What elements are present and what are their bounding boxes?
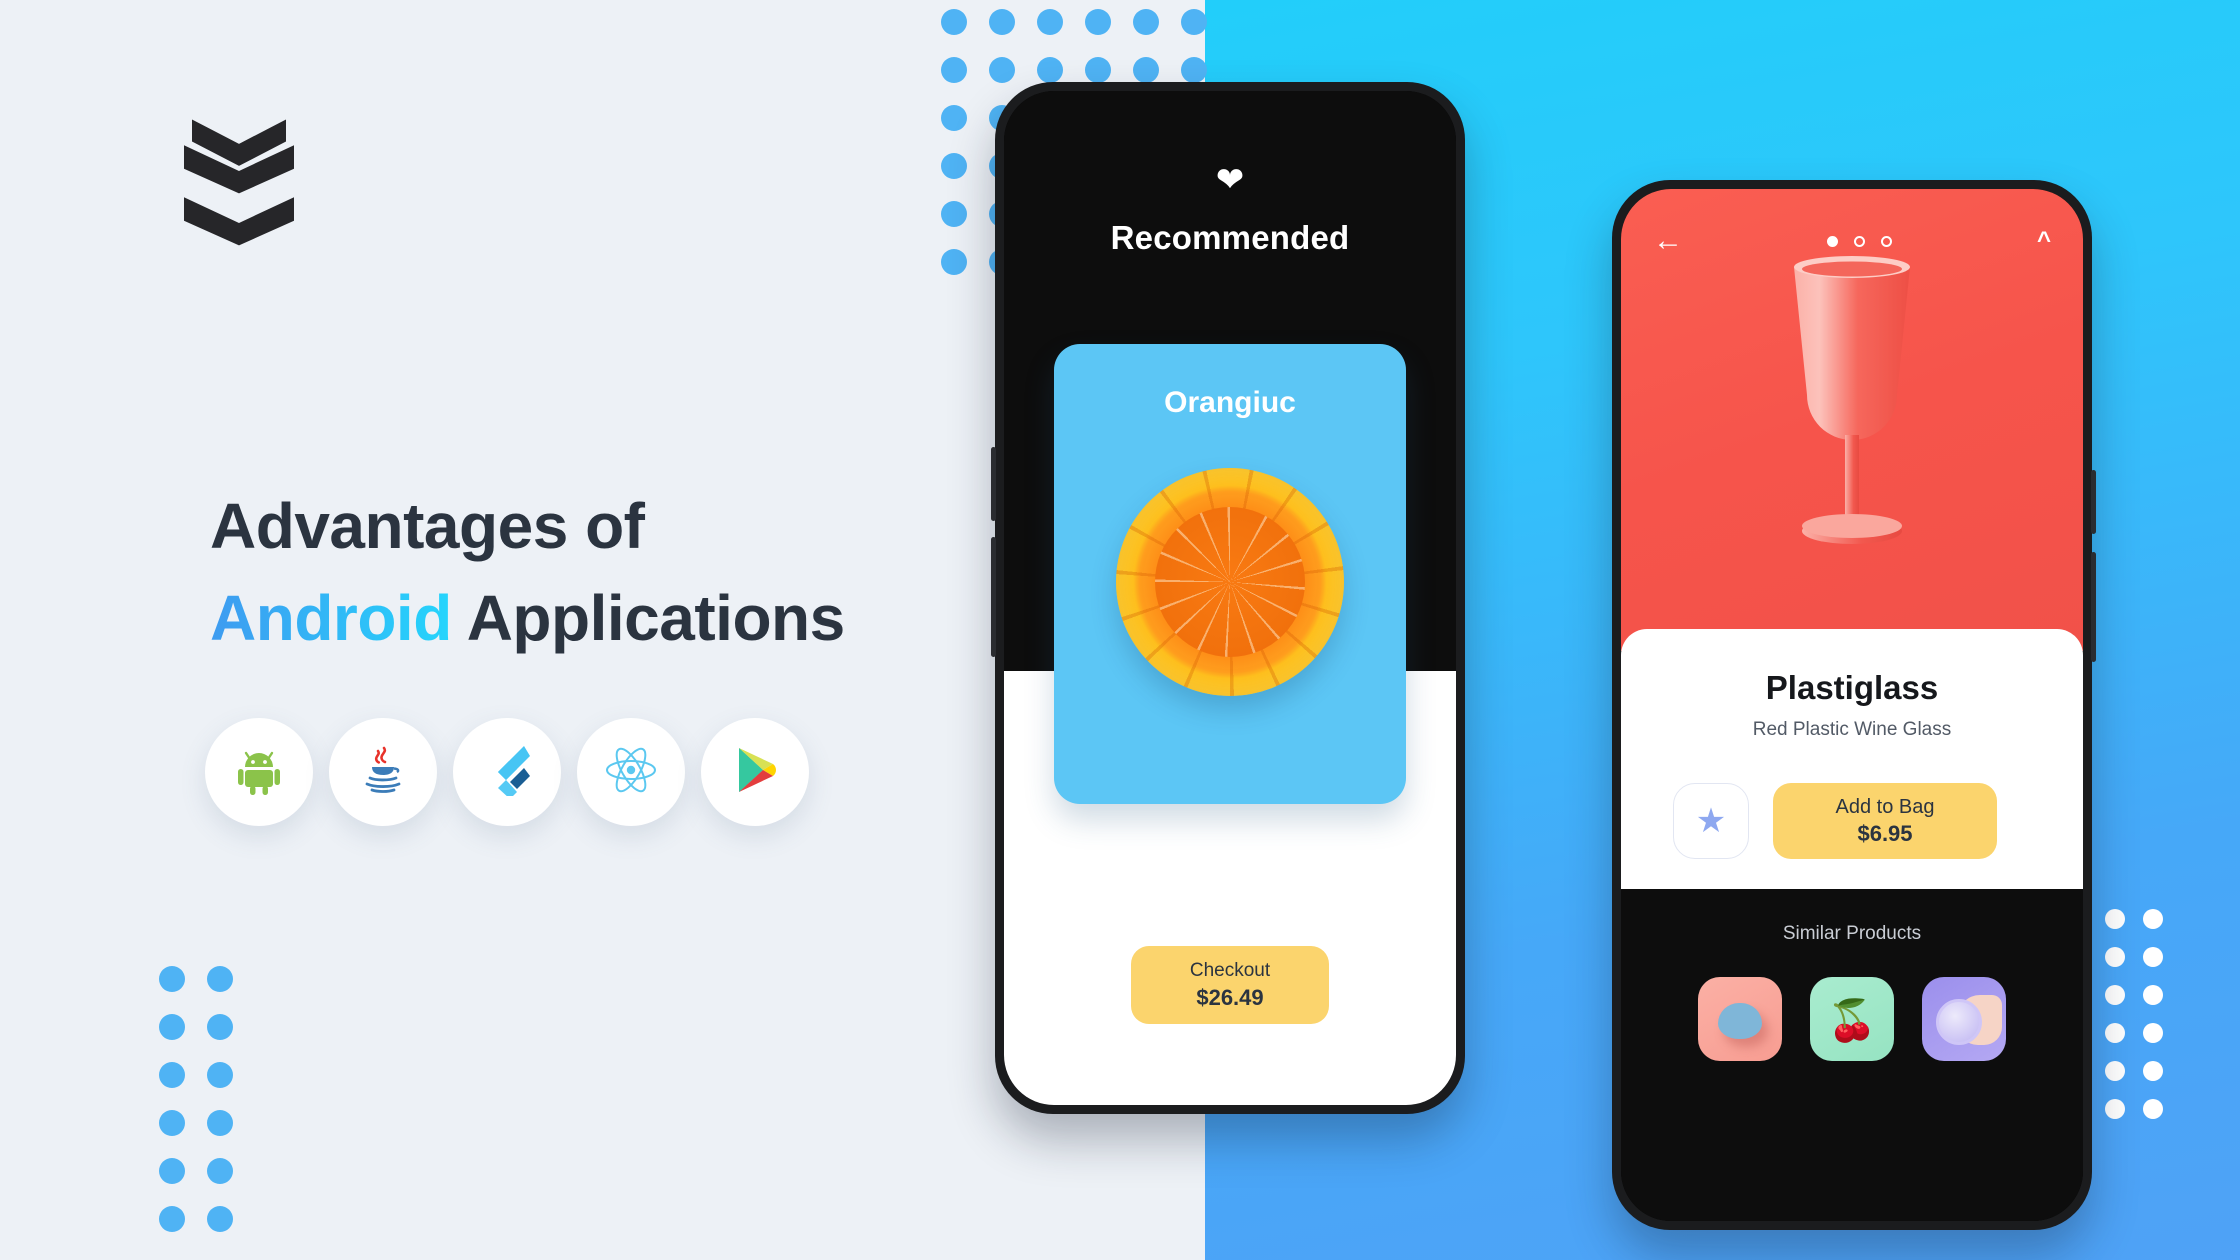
similar-products-row bbox=[1621, 977, 2083, 1061]
decorative-dot bbox=[941, 57, 967, 83]
tech-chip-java[interactable] bbox=[329, 718, 437, 826]
decorative-dot bbox=[1085, 9, 1111, 35]
decorative-dot bbox=[2105, 985, 2125, 1005]
wine-glass-image bbox=[1752, 245, 1952, 595]
decorative-dot bbox=[2105, 1061, 2125, 1081]
decorative-dot bbox=[989, 57, 1015, 83]
phone-side-button[interactable] bbox=[991, 447, 996, 521]
product-card-orangiuc[interactable]: Orangiuc bbox=[1054, 344, 1406, 804]
carousel-dot-2[interactable] bbox=[1854, 235, 1866, 247]
similar-product-2[interactable] bbox=[1810, 977, 1894, 1061]
decorative-dot bbox=[941, 9, 967, 35]
heart-icon[interactable]: ❤ bbox=[1004, 163, 1456, 197]
star-icon: ★ bbox=[1695, 802, 1727, 840]
headline-line-2-rest: Applications bbox=[451, 581, 846, 654]
decorative-dot bbox=[1037, 57, 1063, 83]
tech-chip-react[interactable] bbox=[577, 718, 685, 826]
decorative-dot bbox=[989, 9, 1015, 35]
google-play-icon bbox=[731, 744, 779, 801]
java-icon bbox=[358, 744, 408, 801]
decorative-dot bbox=[2105, 1099, 2125, 1119]
decorative-dot bbox=[2143, 985, 2163, 1005]
carousel-dot-1[interactable] bbox=[1827, 235, 1839, 247]
checkout-button[interactable]: Checkout $26.49 bbox=[1131, 946, 1329, 1024]
product-subtitle: Red Plastic Wine Glass bbox=[1752, 719, 1952, 740]
decorative-dot bbox=[941, 105, 967, 131]
android-icon bbox=[233, 744, 285, 801]
decorative-dot bbox=[2143, 1061, 2163, 1081]
tech-chip-flutter[interactable] bbox=[453, 718, 561, 826]
carousel-dots[interactable] bbox=[1683, 235, 2037, 247]
decorative-dot bbox=[2105, 909, 2125, 929]
back-arrow-icon[interactable]: ← bbox=[1653, 226, 1683, 256]
decorative-dot bbox=[941, 201, 967, 227]
add-to-bag-price: $6.95 bbox=[1857, 820, 1913, 846]
decorative-dot bbox=[1085, 57, 1111, 83]
decorative-dot bbox=[1181, 57, 1207, 83]
decorative-dot bbox=[2143, 1099, 2163, 1119]
chevron-up-icon[interactable]: ^ bbox=[2037, 229, 2051, 253]
dot-pattern-bottom-left bbox=[148, 955, 244, 1243]
decorative-dot bbox=[941, 153, 967, 179]
decorative-dot bbox=[2143, 1023, 2163, 1043]
similar-products-title: Similar Products bbox=[1782, 923, 1922, 944]
similar-product-1[interactable] bbox=[1698, 977, 1782, 1061]
technology-icon-row bbox=[205, 718, 809, 826]
headline-line-1: Advantages of bbox=[210, 490, 645, 562]
decorative-dot bbox=[207, 1110, 233, 1136]
decorative-dot bbox=[207, 1014, 233, 1040]
decorative-dot bbox=[159, 1206, 185, 1232]
page-title: Advantages of Android Applications bbox=[210, 490, 1030, 655]
favorite-button[interactable]: ★ bbox=[1673, 783, 1749, 859]
decorative-dot bbox=[1037, 9, 1063, 35]
decorative-dot bbox=[207, 1206, 233, 1232]
carousel-dot-3[interactable] bbox=[1881, 235, 1893, 247]
decorative-dot bbox=[2105, 1023, 2125, 1043]
checkout-label: Checkout bbox=[1189, 959, 1271, 981]
decorative-dot bbox=[207, 1158, 233, 1184]
add-to-bag-button[interactable]: Add to Bag $6.95 bbox=[1773, 783, 1997, 859]
decorative-dot bbox=[159, 1014, 185, 1040]
orange-slice-image bbox=[1116, 468, 1344, 696]
product-card-title: Orangiuc bbox=[1164, 386, 1296, 419]
product-name: Plastiglass bbox=[1765, 669, 1939, 706]
decorative-dot bbox=[2143, 947, 2163, 967]
decorative-dot bbox=[2105, 947, 2125, 967]
product-info-sheet: Plastiglass Red Plastic Wine Glass ★ Add… bbox=[1621, 629, 2083, 909]
decorative-dot bbox=[207, 1062, 233, 1088]
decorative-dot bbox=[941, 249, 967, 275]
decorative-dot bbox=[159, 1062, 185, 1088]
headline-line-2: Android Applications bbox=[210, 582, 1030, 656]
headline-accent-word: Android bbox=[210, 581, 452, 654]
checkout-price: $26.49 bbox=[1196, 984, 1264, 1010]
product-actions: ★ Add to Bag $6.95 bbox=[1673, 783, 2083, 859]
product-hero: ← ^ bbox=[1621, 189, 2083, 651]
recommended-title: Recommended bbox=[1110, 219, 1350, 256]
decorative-dot bbox=[159, 966, 185, 992]
phone-left-screen: ❤ Recommended Orangiuc Checkout $26.49 bbox=[1004, 91, 1456, 1105]
add-to-bag-label: Add to Bag bbox=[1835, 795, 1935, 818]
similar-product-3[interactable] bbox=[1922, 977, 2006, 1061]
decorative-dot bbox=[2143, 909, 2163, 929]
phone-volume-button-right[interactable] bbox=[2091, 552, 2096, 662]
decorative-dot bbox=[159, 1158, 185, 1184]
phone-right-screen: ← ^ Plastiglass Red Plastic Wine Glass ★… bbox=[1621, 189, 2083, 1221]
tech-chip-android[interactable] bbox=[205, 718, 313, 826]
tech-chip-google-play[interactable] bbox=[701, 718, 809, 826]
decorative-dot bbox=[1133, 9, 1159, 35]
decorative-dot bbox=[1181, 9, 1207, 35]
chevron-stack-logo bbox=[178, 118, 300, 266]
decorative-dot bbox=[1133, 57, 1159, 83]
phone-mockup-left: ❤ Recommended Orangiuc Checkout $26.49 bbox=[991, 82, 1465, 1114]
similar-products-section: Similar Products bbox=[1621, 889, 2083, 1221]
phone-volume-button[interactable] bbox=[991, 537, 996, 657]
decorative-dot bbox=[207, 966, 233, 992]
phone-mockup-right: ← ^ Plastiglass Red Plastic Wine Glass ★… bbox=[1612, 180, 2096, 1230]
dot-pattern-right-white bbox=[2096, 900, 2172, 1128]
react-icon bbox=[603, 744, 659, 801]
phone-side-button-right[interactable] bbox=[2091, 470, 2096, 534]
flutter-icon bbox=[484, 744, 530, 801]
product-topbar: ← ^ bbox=[1621, 221, 2083, 261]
decorative-dot bbox=[159, 1110, 185, 1136]
